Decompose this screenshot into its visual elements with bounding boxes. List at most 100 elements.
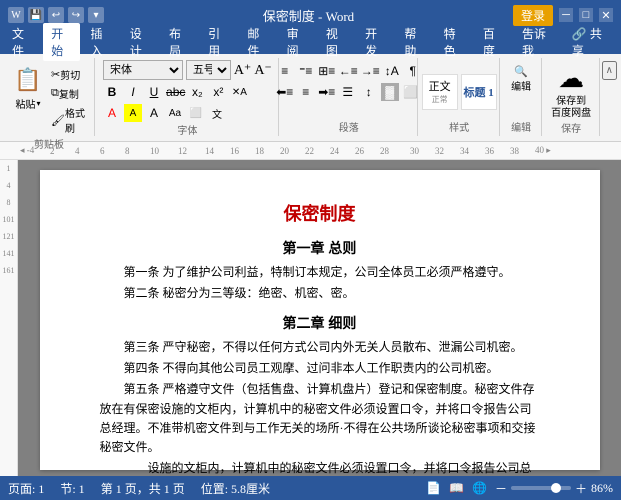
status-page-count: 第 1 页，共 1 页 [101,480,185,497]
save-group-label: 保存 [561,120,581,135]
ruler-mark-28: 28 [380,146,389,156]
zoom-out-button[interactable]: － [495,480,507,497]
status-bar: 页面: 1 节: 1 第 1 页，共 1 页 位置: 5.8厘米 📄 📖 🌐 －… [0,476,621,500]
save-icon[interactable]: 💾 [28,7,44,23]
find-label: 编辑 [511,78,531,93]
zoom-slider-thumb [551,483,561,493]
menu-developer[interactable]: 开发 [357,23,394,61]
grow-font-button[interactable]: A⁺ [234,62,252,79]
align-right-button[interactable]: ➡≡ [318,83,336,101]
document[interactable]: 保密制度 第一章 总则 第一条 为了维护公司利益，特制订本规定，公司全体员工必须… [40,170,600,470]
menu-review[interactable]: 审阅 [279,23,316,61]
justify-button[interactable]: ☰ [339,83,357,101]
phonetic-button[interactable]: 文 [208,104,226,122]
line-spacing-button[interactable]: ↕ [360,83,378,101]
menu-view[interactable]: 视图 [318,23,355,61]
menu-insert[interactable]: 插入 [82,23,119,61]
menu-baidu[interactable]: 百度 [475,23,512,61]
underline-button[interactable]: U [145,83,163,101]
article-5: 第五条 严格遵守文件（包括售盘、计算机盘片）登记和保密制度。秘密文件存放在有保密… [100,380,540,457]
menu-help[interactable]: 帮助 [396,23,433,61]
document-wrapper[interactable]: 保密制度 第一章 总则 第一条 为了维护公司利益，特制订本规定，公司全体员工必须… [18,160,621,476]
minimize-button[interactable]: ─ [559,8,573,22]
bold-button[interactable]: B [103,83,121,101]
superscript-button[interactable]: x² [209,83,227,101]
v-ruler-4: 101 [3,215,15,224]
strikethrough-button[interactable]: abc [166,83,185,101]
format-painter-button[interactable]: 🖌 格式刷 [48,104,88,136]
ruler-mark-24: 24 [330,146,339,156]
undo-icon[interactable]: ↩ [48,7,64,23]
indent-increase-button[interactable]: →≡ [361,62,380,80]
menu-layout[interactable]: 布局 [161,23,198,61]
menu-mailings[interactable]: 邮件 [239,23,276,61]
paste-dropdown-icon[interactable]: ▾ [36,99,40,108]
content-area: 1 4 8 101 121 141 161 保密制度 第一章 总则 第一条 为了… [0,160,621,476]
paragraph-label: 段落 [339,119,359,134]
menu-references[interactable]: 引用 [200,23,237,61]
shade-button[interactable]: A [145,104,163,122]
zoom-bar: － ＋ 86% [495,480,613,497]
view-mode-print[interactable]: 📄 [426,481,441,496]
list-bullet-button[interactable]: ≡ [276,62,294,80]
ruler-mark-16: 16 [230,146,239,156]
indent-decrease-button[interactable]: ←≡ [339,62,358,80]
menu-home[interactable]: 开始 [43,23,80,61]
style-heading1[interactable]: 标题 1 [461,74,497,110]
v-ruler-2: 4 [7,181,11,190]
ruler-mark-36: 36 [485,146,494,156]
format-row-2: A A A Aa ⬜ 文 [103,104,272,122]
align-left-button[interactable]: ⬅≡ [276,83,294,101]
article-2: 第二条 秘密分为三等级：绝密、机密、密。 [100,284,540,303]
paste-label: 粘贴 [15,96,35,111]
view-mode-read[interactable]: 📖 [449,481,464,496]
align-center-button[interactable]: ≡ [297,83,315,101]
ruler-mark-38: 38 [510,146,519,156]
font-size-select[interactable]: 五号 [186,60,231,80]
style-normal[interactable]: 正文 正常 [422,74,458,110]
chapter2-title: 第二章 细则 [100,312,540,334]
ruler-mark-2: 2 [50,146,55,156]
list-number-button[interactable]: ⁼≡ [297,62,315,80]
sort-button[interactable]: ↕A [383,62,401,80]
menu-special[interactable]: 特色 [436,23,473,61]
font-color-button[interactable]: A [103,104,121,122]
font-name-select[interactable]: 宋体 [103,60,183,80]
baidu-save-icon[interactable]: ☁ [558,64,584,94]
maximize-button[interactable]: □ [579,8,593,22]
highlight-button[interactable]: A [124,104,142,122]
case-button[interactable]: Aa [166,104,184,122]
view-mode-web[interactable]: 🌐 [472,481,487,496]
shrink-font-button[interactable]: A⁻ [254,62,272,79]
redo-icon[interactable]: ↪ [68,7,84,23]
cut-button[interactable]: ✂ 剪切 [48,66,88,83]
zoom-in-button[interactable]: ＋ [575,480,587,497]
ruler-mark-18: 18 [255,146,264,156]
paste-button[interactable]: 📋 粘贴 ▾ [10,62,46,113]
zoom-slider[interactable] [511,486,571,490]
menu-tell-me[interactable]: 吿诉我 [514,23,562,61]
para-row-2: ⬅≡ ≡ ➡≡ ☰ ↕ ▓ ⬜ [276,83,422,101]
clear-format-button[interactable]: ✕A [230,83,248,101]
subscript-button[interactable]: x₂ [188,83,206,101]
v-ruler-5: 121 [3,232,15,241]
customize-icon[interactable]: ▾ [88,7,104,23]
menu-file[interactable]: 文件 [4,23,41,61]
multilevel-list-button[interactable]: ⊞≡ [318,62,336,80]
ribbon-collapse-button[interactable]: ∧ [602,61,617,80]
italic-button[interactable]: I [124,83,142,101]
copy-button[interactable]: ⧉ 复制 [48,85,88,102]
find-button[interactable]: 🔍 编辑 [508,64,534,94]
menu-design[interactable]: 设计 [122,23,159,61]
char-border-button[interactable]: ⬜ [187,104,205,122]
ribbon: 📋 粘贴 ▾ ✂ 剪切 ⧉ 复制 🖌 格式刷 [0,54,621,142]
ruler-mark-neg4: ◂ -4 [20,145,34,156]
ruler-mark-40: 40 ▸ [535,145,551,156]
close-button[interactable]: ✕ [599,8,613,22]
title-bar-center: 保密制度 - Word [263,6,354,25]
title-bar-left: W 💾 ↩ ↪ ▾ [8,7,104,23]
menu-share[interactable]: 🔗 共享 [564,23,617,61]
shading-button[interactable]: ▓ [381,83,399,101]
article-3: 第三条 严守秘密，不得以任何方式公司内外无关人员散布、泄漏公司机密。 [100,338,540,357]
border-button[interactable]: ⬜ [402,83,420,101]
